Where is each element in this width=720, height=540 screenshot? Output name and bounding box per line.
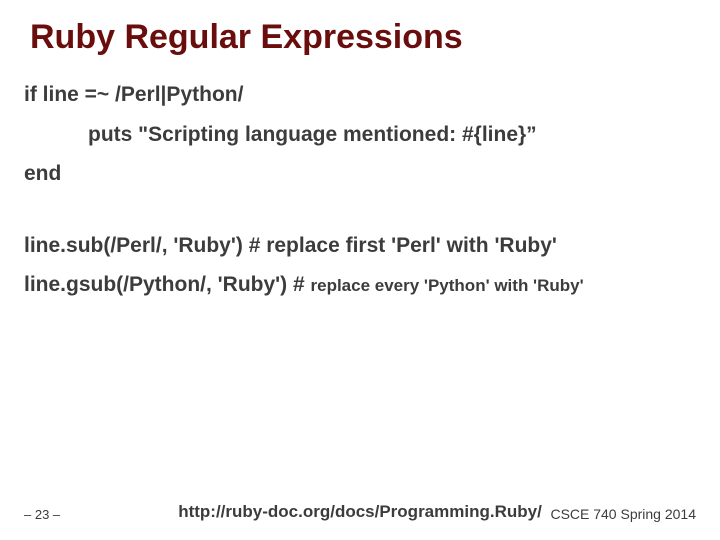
- course-label: CSCE 740 Spring 2014: [550, 506, 696, 522]
- code-line-end: end: [24, 158, 696, 190]
- code-line-if: if line =~ /Perl|Python/: [24, 79, 696, 111]
- code-line-sub: line.sub(/Perl/, 'Ruby') # replace first…: [24, 230, 696, 262]
- comment-gsub: replace every 'Python' with 'Ruby': [311, 276, 584, 295]
- slide: Ruby Regular Expressions if line =~ /Per…: [0, 0, 720, 540]
- slide-title: Ruby Regular Expressions: [30, 18, 696, 57]
- footer: – 23 – http://ruby-doc.org/docs/Programm…: [0, 506, 720, 522]
- comment-sub: # replace first 'Perl' with 'Ruby': [243, 234, 557, 257]
- code-gsub: line.gsub(/Python/, 'Ruby') #: [24, 273, 311, 296]
- code-sub: line.sub(/Perl/, 'Ruby'): [24, 234, 243, 257]
- code-line-puts: puts "Scripting language mentioned: #{li…: [88, 119, 696, 151]
- page-number: – 23 –: [24, 507, 60, 522]
- code-line-gsub: line.gsub(/Python/, 'Ruby') # replace ev…: [24, 269, 696, 301]
- spacer: [24, 198, 696, 230]
- footer-link: http://ruby-doc.org/docs/Programming.Rub…: [178, 502, 542, 522]
